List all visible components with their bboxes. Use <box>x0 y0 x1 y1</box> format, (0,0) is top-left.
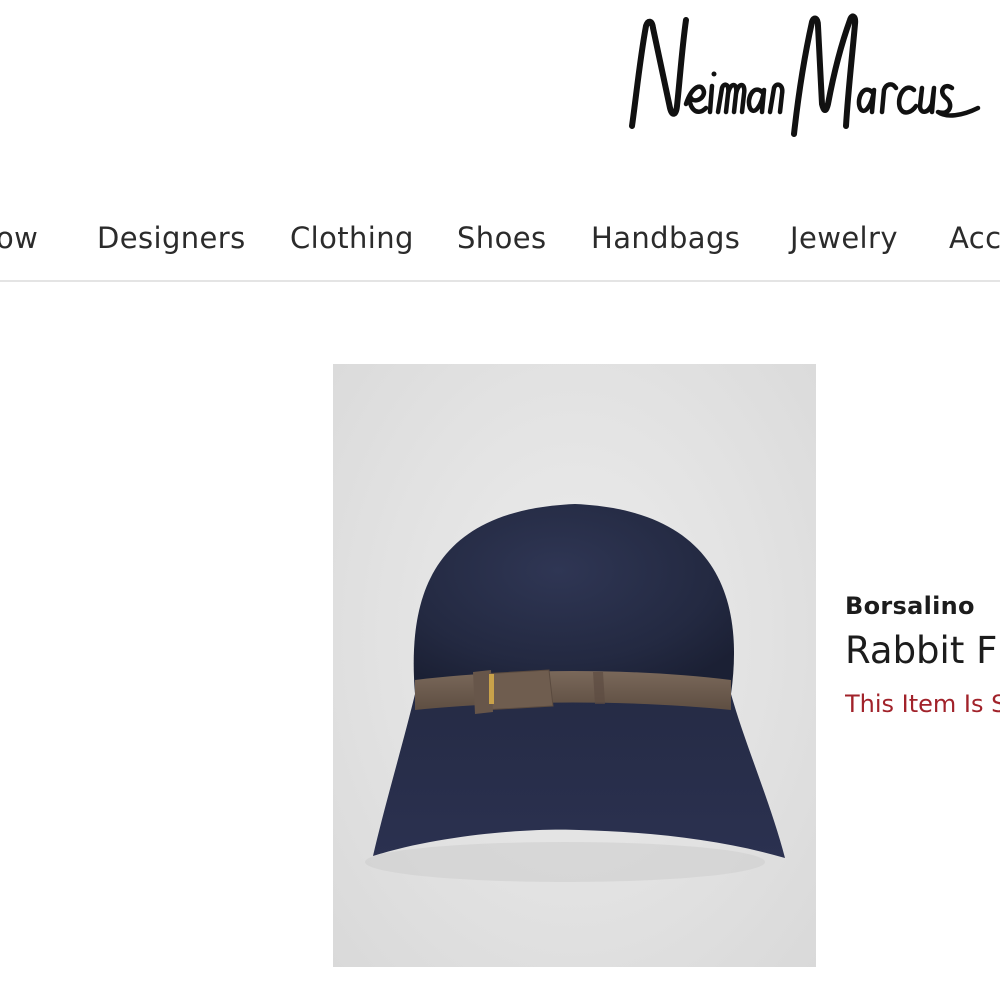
nav-item-handbags[interactable]: Handbags <box>591 224 740 253</box>
cloche-hat-illustration <box>365 504 785 882</box>
product-info: Borsalino Rabbit F This Item Is S <box>845 594 1000 716</box>
logo-script-wordmark <box>629 13 981 137</box>
product-image[interactable] <box>333 364 816 967</box>
nav-item-jewelry[interactable]: Jewelry <box>790 224 898 253</box>
nav-item-shoes[interactable]: Shoes <box>457 224 546 253</box>
main-navigation: ow Designers Clothing Shoes Handbags Jew… <box>0 190 1000 282</box>
nav-item-designers[interactable]: Designers <box>97 224 246 253</box>
stock-status-message: This Item Is S <box>845 690 1000 716</box>
nav-item-accessories[interactable]: Acc <box>949 224 1000 253</box>
product-detail-page: Borsalino Rabbit F This Item Is S <box>0 282 1000 1000</box>
site-header <box>0 0 1000 190</box>
product-designer[interactable]: Borsalino <box>845 594 1000 624</box>
nav-item-clothing[interactable]: Clothing <box>290 224 414 253</box>
nav-item-what-s-new[interactable]: ow <box>0 224 38 253</box>
product-title: Rabbit F <box>845 629 998 672</box>
neiman-marcus-logo[interactable] <box>626 8 986 148</box>
